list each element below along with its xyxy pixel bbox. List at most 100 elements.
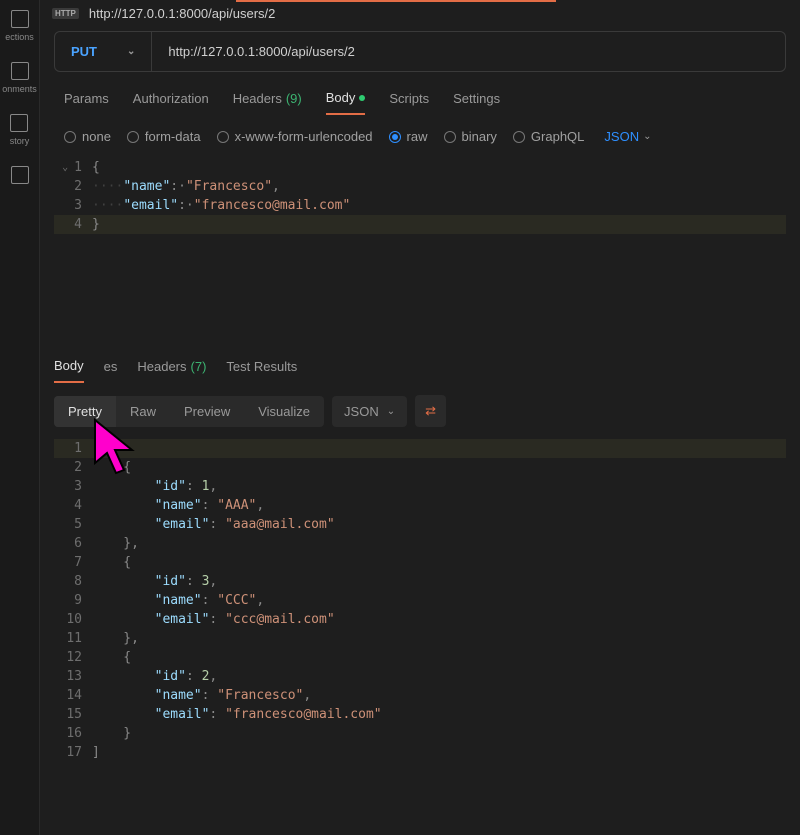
code-line[interactable]: 6 }, bbox=[54, 534, 786, 553]
body-format-label: JSON bbox=[604, 129, 639, 144]
tab-params[interactable]: Params bbox=[64, 90, 109, 115]
body-type-form-data[interactable]: form-data bbox=[127, 129, 201, 144]
response-view-segment: PrettyRawPreviewVisualize bbox=[54, 396, 324, 427]
code-content: "id": 3, bbox=[92, 572, 217, 591]
body-type-GraphQL[interactable]: GraphQL bbox=[513, 129, 584, 144]
line-number: 3 bbox=[54, 196, 92, 215]
code-content: { bbox=[92, 158, 100, 177]
wrap-lines-icon[interactable]: ⇄ bbox=[415, 395, 446, 427]
flows-icon bbox=[11, 166, 29, 184]
tab-authorization[interactable]: Authorization bbox=[133, 90, 209, 115]
body-type-none[interactable]: none bbox=[64, 129, 111, 144]
code-line[interactable]: 2····"name":·"Francesco", bbox=[54, 177, 786, 196]
code-line[interactable]: 9 "name": "CCC", bbox=[54, 591, 786, 610]
sidebar-item-flows[interactable] bbox=[11, 166, 29, 188]
history-icon bbox=[10, 114, 28, 132]
view-preview[interactable]: Preview bbox=[170, 396, 244, 427]
response-body-editor[interactable]: 1[2 {3 "id": 1,4 "name": "AAA",5 "email"… bbox=[54, 439, 786, 762]
line-number: 8 bbox=[54, 572, 92, 591]
request-tabs: Params Authorization Headers (9) Body Scrip… bbox=[40, 72, 800, 115]
code-line[interactable]: 4 "name": "AAA", bbox=[54, 496, 786, 515]
chevron-down-icon: ⌄ bbox=[387, 406, 395, 417]
body-type-label: x-www-form-urlencoded bbox=[235, 129, 373, 144]
env-icon bbox=[11, 62, 29, 80]
code-content: "id": 2, bbox=[92, 667, 217, 686]
line-number: 4 bbox=[54, 215, 92, 234]
code-line[interactable]: 10 "email": "ccc@mail.com" bbox=[54, 610, 786, 629]
code-line[interactable]: 14 "name": "Francesco", bbox=[54, 686, 786, 705]
url-bar: PUT ⌄ bbox=[54, 31, 786, 72]
code-line[interactable]: 17] bbox=[54, 743, 786, 762]
code-content: ····"email":·"francesco@mail.com" bbox=[92, 196, 350, 215]
sidebar-item-collections[interactable]: ections bbox=[5, 10, 34, 42]
code-content: "name": "AAA", bbox=[92, 496, 264, 515]
code-content: "email": "aaa@mail.com" bbox=[92, 515, 335, 534]
body-type-label: raw bbox=[407, 129, 428, 144]
code-line[interactable]: 5 "email": "aaa@mail.com" bbox=[54, 515, 786, 534]
code-content: "id": 1, bbox=[92, 477, 217, 496]
sidebar-label: story bbox=[10, 136, 30, 146]
body-type-binary[interactable]: binary bbox=[444, 129, 497, 144]
line-number: 3 bbox=[54, 477, 92, 496]
radio-icon bbox=[217, 131, 229, 143]
code-line[interactable]: 3····"email":·"francesco@mail.com" bbox=[54, 196, 786, 215]
code-line[interactable]: 1{ bbox=[54, 158, 786, 177]
body-format-dropdown[interactable]: JSON ⌄ bbox=[604, 129, 651, 144]
line-number: 10 bbox=[54, 610, 92, 629]
line-number: 15 bbox=[54, 705, 92, 724]
method-selector[interactable]: PUT ⌄ bbox=[55, 32, 152, 71]
view-pretty[interactable]: Pretty bbox=[54, 396, 116, 427]
code-line[interactable]: 11 }, bbox=[54, 629, 786, 648]
tab-scripts[interactable]: Scripts bbox=[389, 90, 429, 115]
sidebar-label: onments bbox=[2, 84, 37, 94]
code-content: }, bbox=[92, 629, 139, 648]
code-content: "email": "ccc@mail.com" bbox=[92, 610, 335, 629]
code-line[interactable]: 13 "id": 2, bbox=[54, 667, 786, 686]
code-content: { bbox=[92, 458, 131, 477]
code-line[interactable]: 2 { bbox=[54, 458, 786, 477]
resp-tab-es[interactable]: es bbox=[104, 358, 118, 383]
body-type-label: form-data bbox=[145, 129, 201, 144]
body-type-raw[interactable]: raw bbox=[389, 129, 428, 144]
header-count: (9) bbox=[286, 91, 302, 106]
code-line[interactable]: 16 } bbox=[54, 724, 786, 743]
sidebar-item-env[interactable]: onments bbox=[2, 62, 37, 94]
code-line[interactable]: 15 "email": "francesco@mail.com" bbox=[54, 705, 786, 724]
code-content: { bbox=[92, 648, 131, 667]
code-content: } bbox=[92, 724, 131, 743]
code-content: }, bbox=[92, 534, 139, 553]
response-format-dropdown[interactable]: JSON ⌄ bbox=[332, 396, 407, 427]
resp-tab-test results[interactable]: Test Results bbox=[226, 358, 297, 383]
request-body-editor[interactable]: 1{2····"name":·"Francesco",3····"email":… bbox=[54, 158, 786, 348]
body-type-x-www-form-urlencoded[interactable]: x-www-form-urlencoded bbox=[217, 129, 373, 144]
tab-headers[interactable]: Headers (9) bbox=[233, 90, 302, 115]
tab-title[interactable]: http://127.0.0.1:8000/api/users/2 bbox=[89, 6, 275, 21]
body-type-label: none bbox=[82, 129, 111, 144]
view-visualize[interactable]: Visualize bbox=[244, 396, 324, 427]
line-number: 16 bbox=[54, 724, 92, 743]
line-number: 11 bbox=[54, 629, 92, 648]
response-toolbar: PrettyRawPreviewVisualize JSON ⌄ ⇄ bbox=[40, 383, 800, 439]
line-number: 14 bbox=[54, 686, 92, 705]
view-raw[interactable]: Raw bbox=[116, 396, 170, 427]
resp-tab-body[interactable]: Body bbox=[54, 358, 84, 383]
tab-body[interactable]: Body bbox=[326, 90, 366, 115]
sidebar-item-history[interactable]: story bbox=[10, 114, 30, 146]
code-line[interactable]: 12 { bbox=[54, 648, 786, 667]
resp-tab-headers[interactable]: Headers (7) bbox=[137, 358, 206, 383]
collections-icon bbox=[11, 10, 29, 28]
code-line[interactable]: 4} bbox=[54, 215, 786, 234]
radio-icon bbox=[513, 131, 525, 143]
body-type-label: binary bbox=[462, 129, 497, 144]
code-line[interactable]: 1[ bbox=[54, 439, 786, 458]
chevron-down-icon: ⌄ bbox=[127, 46, 135, 57]
code-line[interactable]: 8 "id": 3, bbox=[54, 572, 786, 591]
tab-settings[interactable]: Settings bbox=[453, 90, 500, 115]
url-input[interactable] bbox=[152, 32, 785, 71]
code-line[interactable]: 7 { bbox=[54, 553, 786, 572]
code-content: } bbox=[92, 215, 100, 234]
method-label: PUT bbox=[71, 44, 97, 59]
sidebar-label: ections bbox=[5, 32, 34, 42]
response-panel: Bodyes Headers (7) Test Results PrettyRawP… bbox=[40, 348, 800, 835]
code-line[interactable]: 3 "id": 1, bbox=[54, 477, 786, 496]
